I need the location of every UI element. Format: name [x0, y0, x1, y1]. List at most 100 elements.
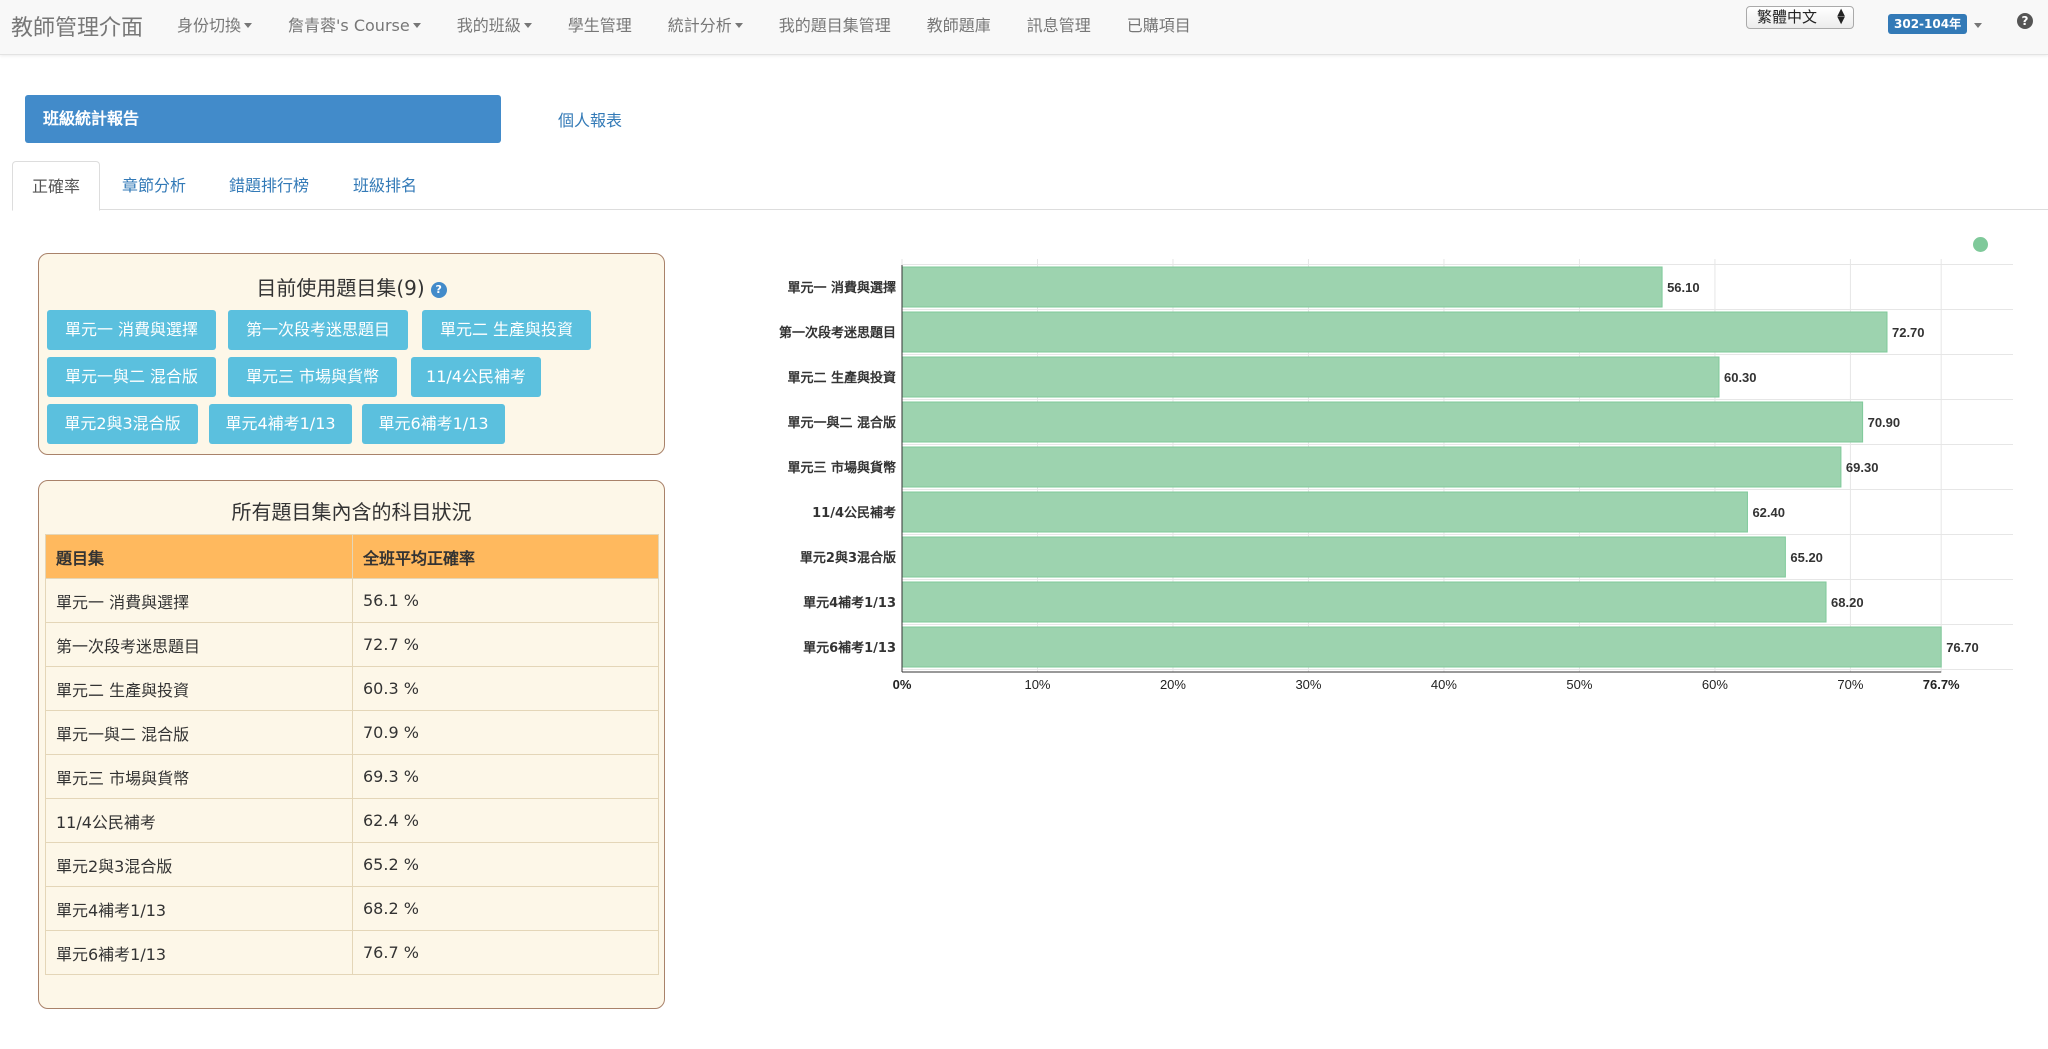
- question-set-chip[interactable]: 單元6補考1/13: [362, 404, 505, 444]
- chevron-down-icon[interactable]: [1974, 23, 1982, 28]
- bar: [901, 581, 1827, 623]
- column-header-set: 題目集: [45, 534, 353, 579]
- nav-item[interactable]: 訊息管理: [1027, 12, 1091, 36]
- category-label: 單元2與3混合版: [800, 550, 896, 566]
- table-header-row: 題目集 全班平均正確率: [45, 534, 659, 579]
- nav-item-label: 我的題目集管理: [778, 16, 891, 35]
- table-row: 單元2與3混合版 65.2 %: [45, 842, 659, 887]
- help-icon[interactable]: ?: [2017, 13, 2033, 29]
- table-row: 單元4補考1/13 68.2 %: [45, 886, 659, 931]
- accuracy-cell: 56.1 %: [352, 578, 659, 623]
- accuracy-cell: 65.2 %: [352, 842, 659, 887]
- table-row: 單元三 市場與貨幣 69.3 %: [45, 754, 659, 799]
- category-label: 第一次段考迷思題目: [779, 325, 896, 341]
- table-row: 單元二 生產與投資 60.3 %: [45, 666, 659, 711]
- nav-item-label: 已購項目: [1126, 16, 1191, 35]
- accuracy-cell: 72.7 %: [352, 622, 659, 667]
- accuracy-cell: 68.2 %: [352, 886, 659, 931]
- nav-item[interactable]: 詹青蓉's Course: [288, 12, 421, 36]
- accuracy-cell: 69.3 %: [352, 754, 659, 799]
- data-label: 62.40: [1752, 505, 1785, 520]
- set-name-cell: 單元4補考1/13: [45, 886, 353, 931]
- accuracy-cell: 60.3 %: [352, 666, 659, 711]
- table-row: 單元一與二 混合版 70.9 %: [45, 710, 659, 755]
- chevron-down-icon: [523, 22, 532, 28]
- question-set-chip[interactable]: 單元二 生產與投資: [422, 310, 591, 350]
- accuracy-table: 題目集 全班平均正確率 單元一 消費與選擇 56.1 % 第一次段考迷思題目 72.…: [45, 534, 659, 975]
- x-tick-label: 50%: [1566, 677, 1592, 692]
- language-select-value: 繁體中文: [1757, 8, 1818, 26]
- set-name-cell: 第一次段考迷思題目: [45, 622, 353, 667]
- nav-item[interactable]: 學生管理: [568, 12, 632, 36]
- bar: [901, 311, 1888, 353]
- nav-item-label: 教師題庫: [926, 16, 991, 35]
- chevron-down-icon: [412, 22, 421, 28]
- data-label: 56.10: [1667, 280, 1700, 295]
- table-row: 11/4公民補考 62.4 %: [45, 798, 659, 843]
- language-select[interactable]: 繁體中文 ▲ ▼: [1746, 6, 1854, 29]
- category-label: 單元二 生產與投資: [787, 370, 896, 386]
- question-set-chip[interactable]: 第一次段考迷思題目: [228, 310, 408, 350]
- category-label: 單元三 市場與貨幣: [787, 460, 896, 476]
- report-tabs: 正確率 章節分析 錯題排行榜 班級排名: [12, 161, 2048, 211]
- year-badge[interactable]: 302-104年: [1888, 14, 1968, 34]
- x-tick-label: 0%: [893, 677, 912, 692]
- bar: [901, 491, 1748, 533]
- accuracy-bar-chart: 56.10 單元一 消費與選擇 72.70 第一次段考迷思題目 60.30 單元二 生產與…: [779, 259, 2013, 692]
- accuracy-cell: 76.7 %: [352, 930, 659, 975]
- x-tick-label: 30%: [1295, 677, 1321, 692]
- question-set-chip[interactable]: 單元2與3混合版: [47, 404, 198, 444]
- class-report-button[interactable]: 班級統計報告: [25, 95, 501, 143]
- nav-item[interactable]: 身份切換: [177, 12, 253, 36]
- data-label: 76.70: [1946, 640, 1979, 655]
- x-tick-label: 40%: [1431, 677, 1457, 692]
- top-navbar: 教師管理介面 身份切換 詹青蓉's Course 我的班級 學生管理 統計分析 我的題目集…: [0, 0, 2048, 55]
- nav-item[interactable]: 我的班級: [457, 12, 532, 36]
- question-sets-panel: 目前使用題目集(9)? 單元一 消費與選擇 第一次段考迷思題目 單元二 生產與投…: [38, 253, 665, 455]
- brand-title[interactable]: 教師管理介面: [11, 10, 143, 42]
- category-label: 單元一 消費與選擇: [787, 280, 896, 296]
- data-label: 65.20: [1790, 550, 1823, 565]
- chevron-down-icon: [244, 22, 253, 28]
- question-set-chip[interactable]: 單元一 消費與選擇: [47, 310, 216, 350]
- category-label: 單元一與二 混合版: [787, 415, 896, 431]
- question-sets-title: 目前使用題目集(9)?: [39, 272, 664, 301]
- set-name-cell: 單元2與3混合版: [45, 842, 353, 887]
- subject-status-panel: 所有題目集內含的科目狀況 題目集 全班平均正確率 單元一 消費與選擇 56.1 %…: [38, 480, 665, 1009]
- nav-menu: 身份切換 詹青蓉's Course 我的班級 學生管理 統計分析 我的題目集管理 教師題庫 訊…: [177, 0, 1227, 48]
- set-name-cell: 單元二 生產與投資: [45, 666, 353, 711]
- nav-item[interactable]: 我的題目集管理: [779, 12, 891, 36]
- nav-item[interactable]: 已購項目: [1127, 12, 1191, 36]
- question-set-chip[interactable]: 單元一與二 混合版: [47, 357, 216, 397]
- table-row: 單元一 消費與選擇 56.1 %: [45, 578, 659, 623]
- tab-wrong-ranking[interactable]: 錯題排行榜: [210, 161, 328, 210]
- x-tick-label: 76.7%: [1923, 677, 1960, 692]
- x-tick-label: 10%: [1024, 677, 1050, 692]
- x-tick-label: 20%: [1160, 677, 1186, 692]
- question-set-chip[interactable]: 單元4補考1/13: [209, 404, 352, 444]
- set-name-cell: 11/4公民補考: [45, 798, 353, 843]
- table-row: 第一次段考迷思題目 72.7 %: [45, 622, 659, 667]
- tab-chapter-analysis[interactable]: 章節分析: [103, 161, 205, 210]
- bar: [901, 626, 1942, 668]
- nav-item-label: 學生管理: [567, 16, 632, 35]
- tab-class-ranking[interactable]: 班級排名: [334, 161, 436, 210]
- category-label: 單元4補考1/13: [803, 595, 896, 611]
- nav-item-label: 詹青蓉's Course: [288, 16, 410, 35]
- column-header-accuracy: 全班平均正確率: [352, 534, 659, 579]
- nav-item[interactable]: 教師題庫: [927, 12, 991, 36]
- question-set-chip[interactable]: 單元三 市場與貨幣: [228, 357, 397, 397]
- subject-status-title: 所有題目集內含的科目狀況: [231, 500, 472, 524]
- tab-accuracy[interactable]: 正確率: [12, 161, 101, 211]
- question-set-chip[interactable]: 11/4公民補考: [411, 357, 541, 397]
- nav-item-label: 訊息管理: [1026, 16, 1091, 35]
- accuracy-cell: 62.4 %: [352, 798, 659, 843]
- nav-item-label: 統計分析: [667, 16, 732, 35]
- personal-report-link[interactable]: 個人報表: [558, 107, 622, 131]
- set-name-cell: 單元6補考1/13: [45, 930, 353, 975]
- help-icon[interactable]: ?: [430, 282, 447, 298]
- data-label: 69.30: [1846, 460, 1879, 475]
- nav-item[interactable]: 統計分析: [668, 12, 743, 36]
- bar: [901, 401, 1864, 443]
- category-label: 單元6補考1/13: [803, 640, 896, 656]
